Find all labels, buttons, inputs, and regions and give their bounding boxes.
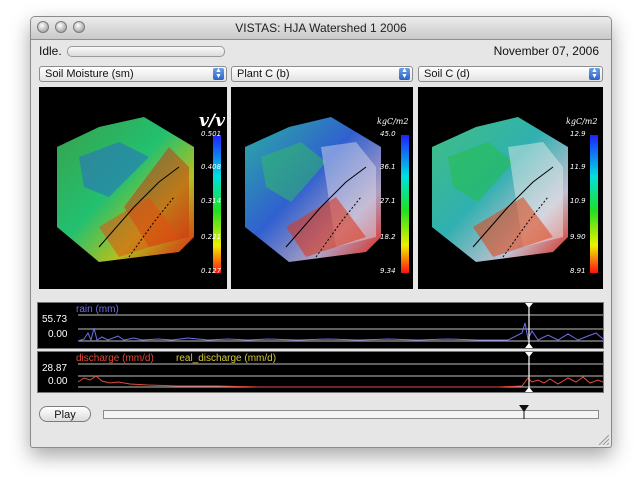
timeline-thumb-icon[interactable] — [518, 405, 529, 419]
rain-label: rain (mm) — [76, 304, 119, 315]
discharge-label: discharge (mm/d) — [76, 353, 154, 364]
colorbar-tick: 12.9 — [570, 130, 586, 138]
discharge-series-line — [77, 375, 604, 388]
colorbar-tick: 0.127 — [201, 267, 222, 275]
timeline-slider[interactable] — [103, 405, 599, 419]
title-bar: VISTAS: HJA Watershed 1 2006 — [31, 17, 611, 40]
variable-select-1-value: Soil Moisture (sm) — [45, 68, 134, 80]
colorbar-tick: 18.2 — [380, 233, 396, 241]
status-text: Idle. — [39, 44, 62, 58]
updown-arrows-icon: ▲ ▼ — [589, 67, 600, 80]
colorbar-unit: kgC/m2 — [566, 117, 598, 126]
colorbar-tick: 10.9 — [570, 197, 586, 205]
rain-plot — [77, 303, 604, 348]
discharge-min: 0.00 — [48, 376, 68, 387]
variable-select-2-value: Plant C (b) — [237, 68, 290, 80]
updown-arrows-icon: ▲ ▼ — [213, 67, 224, 80]
rain-min: 0.00 — [48, 329, 68, 340]
variable-select-1[interactable]: Soil Moisture (sm) ▲ ▼ — [39, 66, 227, 82]
terrain-view-1[interactable]: v/v 0.501 0.408 0.314 0.221 0.127 — [39, 87, 227, 289]
colorbar-tick: 45.0 — [380, 130, 396, 138]
resize-grip-icon[interactable] — [599, 435, 609, 445]
colorbar-tick: 0.408 — [201, 163, 222, 171]
variable-select-3-value: Soil C (d) — [424, 68, 470, 80]
discharge-max: 28.87 — [42, 363, 68, 374]
progress-bar — [67, 46, 225, 57]
real-discharge-label: real_discharge (mm/d) — [176, 353, 277, 364]
current-date: November 07, 2006 — [493, 44, 599, 58]
colorbar-tick: 0.314 — [201, 197, 222, 205]
colorbar-tick: 0.221 — [201, 233, 222, 241]
play-button[interactable]: Play — [39, 406, 91, 422]
colorbar-tick: 27.1 — [380, 197, 396, 205]
terrain-view-3[interactable]: kgC/m2 12.9 11.9 10.9 9.90 8.91 — [418, 87, 603, 289]
colorbar-tick: 0.501 — [201, 130, 222, 138]
colorbar-tick: 11.9 — [570, 163, 586, 171]
colorbar-tick: 8.91 — [570, 267, 586, 275]
colorbar-unit: kgC/m2 — [377, 117, 409, 126]
terrain-view-2[interactable]: kgC/m2 45.0 36.1 27.1 18.2 9.34 — [231, 87, 413, 289]
window-title: VISTAS: HJA Watershed 1 2006 — [235, 21, 407, 35]
updown-arrows-icon: ▲ ▼ — [399, 67, 410, 80]
colorbar-unit: v/v — [199, 111, 225, 131]
colorbar-tick: 9.34 — [380, 267, 396, 275]
main-window: VISTAS: HJA Watershed 1 2006 Idle. Novem… — [30, 16, 612, 448]
variable-select-2[interactable]: Plant C (b) ▲ ▼ — [231, 66, 413, 82]
colorbar-tick: 9.90 — [570, 233, 586, 241]
discharge-graph[interactable]: discharge (mm/d) real_discharge (mm/d) 2… — [37, 351, 604, 393]
rain-series-line — [77, 322, 604, 342]
rain-graph[interactable]: rain (mm) 55.73 0.00 — [37, 302, 604, 349]
rain-max: 55.73 — [42, 314, 68, 325]
variable-select-3[interactable]: Soil C (d) ▲ ▼ — [418, 66, 603, 82]
colorbar-tick: 36.1 — [380, 163, 396, 171]
